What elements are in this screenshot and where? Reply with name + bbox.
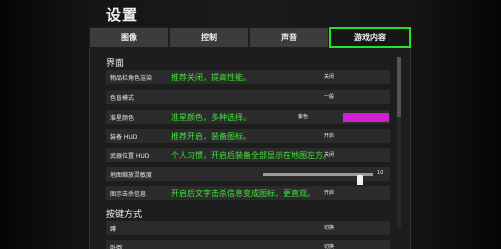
setting-value[interactable]: 开启 xyxy=(324,132,334,139)
setting-value[interactable]: 关闭 xyxy=(324,73,334,80)
setting-row-crosshair-color[interactable]: 准星颜色 准星颜色，多种选择。 紫色 xyxy=(106,110,390,124)
page-title: 设置 xyxy=(106,6,139,24)
setting-hint: 推荐开启，装备图标。 xyxy=(171,132,251,141)
setting-hint: 推荐关闭，提高性能。 xyxy=(171,73,251,82)
setting-label: 蹲 xyxy=(110,226,117,233)
setting-row-weapon-hud[interactable]: 武器位置 HUD 个人习惯，开启后装备全部显示在地图左方。 关闭 xyxy=(106,148,390,162)
section-interface-heading: 界面 xyxy=(106,59,125,69)
tab-gameplay[interactable]: 游戏内容 xyxy=(329,27,411,48)
setting-row-inventory-render[interactable]: 物品栏角色渲染 推荐关闭，提高性能。 关闭 xyxy=(106,70,390,84)
settings-scrollbar[interactable] xyxy=(397,57,401,227)
settings-screen: 设置 图像 控制 声音 游戏内容 界面 物品栏角色渲染 推荐关闭，提高性能。 关… xyxy=(0,0,501,249)
tab-audio[interactable]: 声音 xyxy=(249,27,329,48)
setting-row-kill-feed-icons[interactable]: 图示击杀信息 开启后文字击杀信息变成图标，更直观。 开启 xyxy=(106,186,390,200)
zoom-sensitivity-slider[interactable] xyxy=(263,173,373,185)
setting-label: 卧倒 xyxy=(110,245,123,249)
setting-value[interactable]: 开启 xyxy=(324,189,334,196)
setting-row-crouch[interactable]: 蹲 切换 xyxy=(106,221,390,235)
setting-value[interactable]: 一般 xyxy=(324,93,334,100)
setting-label: 图示击杀信息 xyxy=(110,191,147,198)
setting-label: 色盲模式 xyxy=(110,95,135,102)
setting-value[interactable]: 切换 xyxy=(324,243,334,249)
section-keybinds-heading: 按键方式 xyxy=(106,210,143,220)
setting-label: 地图缩放灵敏度 xyxy=(110,172,153,179)
setting-row-equipment-hud[interactable]: 装备 HUD 推荐开启，装备图标。 开启 xyxy=(106,129,390,143)
scrollbar-thumb[interactable] xyxy=(397,57,401,117)
settings-tabs: 图像 控制 声音 游戏内容 xyxy=(89,27,411,48)
setting-label: 武器位置 HUD xyxy=(110,153,150,160)
setting-hint: 个人习惯，开启后装备全部显示在地图左方。 xyxy=(171,151,331,160)
setting-value[interactable]: 关闭 xyxy=(324,151,334,158)
setting-value[interactable]: 紫色 xyxy=(298,113,308,120)
setting-label: 物品栏角色渲染 xyxy=(110,75,153,82)
setting-label: 装备 HUD xyxy=(110,134,138,141)
setting-hint: 准星颜色，多种选择。 xyxy=(171,113,251,122)
setting-row-prone[interactable]: 卧倒 切换 xyxy=(106,240,390,249)
setting-hint: 开启后文字击杀信息变成图标，更直观。 xyxy=(171,189,315,198)
setting-row-map-zoom-sensitivity[interactable]: 地图缩放灵敏度 10 xyxy=(106,167,390,185)
tab-graphics[interactable]: 图像 xyxy=(89,27,169,48)
setting-value[interactable]: 切换 xyxy=(324,224,334,231)
setting-value: 10 xyxy=(377,170,384,176)
slider-handle[interactable] xyxy=(357,175,363,185)
setting-label: 准星颜色 xyxy=(110,115,135,122)
setting-row-colorblind-mode[interactable]: 色盲模式 一般 xyxy=(106,90,390,104)
tab-controls[interactable]: 控制 xyxy=(169,27,249,48)
crosshair-color-swatch[interactable] xyxy=(343,113,389,122)
